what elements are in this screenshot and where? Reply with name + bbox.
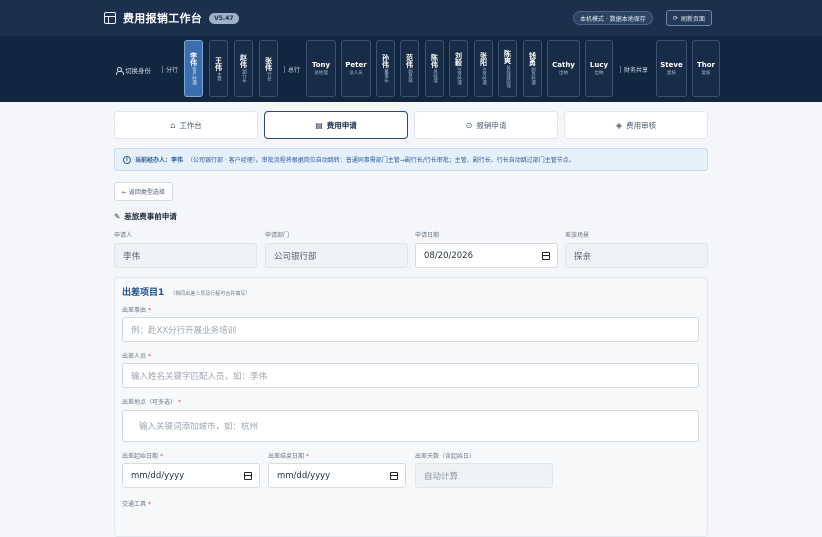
applicant-field: 李伟 [114, 243, 257, 268]
identity-card[interactable]: Cathy 出纳 [547, 40, 580, 97]
applicant-label: 申请人 [114, 232, 133, 239]
trip-end-date-input[interactable]: mm/dd/yyyy [268, 463, 406, 488]
app-title: 费用报销工作台 [123, 12, 203, 25]
identity-card[interactable]: 张阳 业务经理 [474, 40, 493, 97]
trip-people-input[interactable]: 输入姓名关键字匹配人员，如：李伟 [122, 363, 699, 388]
identity-card[interactable]: 陈爽 总经理助理 [498, 40, 517, 97]
scene-label: 差旅场景 [565, 232, 590, 239]
group-label-branch: 分行 [162, 65, 178, 74]
main-tabs: ⌂ 工作台 ▤ 费用申请 ⊙ 报销申请 ◈ 费用审核 [114, 111, 708, 139]
user-icon [115, 66, 124, 75]
home-icon: ⌂ [170, 120, 176, 130]
identity-card[interactable]: 刘毅 业务经理 [449, 40, 468, 97]
trip-start-label: 出差起始日期 * [122, 453, 163, 460]
identity-card[interactable]: Lucy 出纳 [585, 40, 613, 97]
refresh-button[interactable]: ⟳ 刷新页面 [666, 10, 713, 26]
notice-handler: 当前经办人：李伟 [135, 157, 184, 164]
version-badge: V5.47 [209, 12, 239, 24]
trip-place-input[interactable]: 输入关键词添加城市，如：杭州 [122, 410, 699, 442]
identity-card[interactable]: 李伟 客户经理 [184, 40, 203, 97]
check-circle-icon: ⊙ [465, 120, 473, 130]
form-title: ✎ 差旅费事前申请 [114, 212, 177, 221]
scene-field: 探亲 [565, 243, 708, 268]
identity-card[interactable]: Steve 复核 [656, 40, 687, 97]
identity-card[interactable]: 王伟 主管 [209, 40, 228, 97]
switch-identity-label: 切换身份 [115, 65, 151, 75]
handler-notice: i 当前经办人：李伟 （公司银行部 · 客户经理）。审批流程将根据岗位自动跳转：… [114, 148, 708, 171]
transport-label: 交通工具 * [122, 501, 151, 508]
application-date-input[interactable]: 08/20/2026 [415, 243, 558, 268]
identity-card[interactable]: 钱勇 副总经理 [523, 40, 542, 97]
tab-workbench[interactable]: ⌂ 工作台 [114, 111, 258, 139]
date-label: 申请日期 [415, 232, 440, 239]
identity-card[interactable]: 孙伟 董事长 [376, 40, 395, 97]
tab-expense-request[interactable]: ▤ 费用申请 [264, 111, 408, 139]
trip-item-title: 出差项目1 （相同出差人员及行程可合并填写） [122, 288, 251, 298]
trip-start-date-input[interactable]: mm/dd/yyyy [122, 463, 260, 488]
tab-reimbursement[interactable]: ⊙ 报销申请 [414, 111, 558, 139]
back-to-type-button[interactable]: ← 返回类型选择 [114, 182, 173, 201]
trip-end-label: 出差结束日期 * [268, 453, 309, 460]
identity-card[interactable]: Tony 总经理 [306, 40, 336, 97]
notice-detail: （公司银行部 · 客户经理）。审批流程将根据岗位自动跳转：普通同事需部门主管→副… [187, 157, 575, 164]
calendar-icon[interactable] [244, 472, 252, 480]
identity-card[interactable]: Peter 派人员 [341, 40, 371, 97]
trip-reason-label: 出差事由 * [122, 307, 151, 314]
trip-place-label: 出差地点（可多选） * [122, 399, 181, 406]
identity-card[interactable]: Thor 复核 [692, 40, 720, 97]
local-mode-badge: 本机模式 · 数据本地保存 [573, 11, 653, 25]
info-icon: i [123, 155, 131, 164]
document-icon: ▤ [315, 120, 323, 130]
calendar-icon[interactable] [542, 252, 550, 260]
identity-card[interactable]: 赵伟 副行长 [234, 40, 253, 97]
refresh-icon: ⟳ [673, 14, 679, 22]
trip-item-card [114, 277, 708, 537]
trip-people-label: 出差人员 * [122, 353, 151, 360]
identity-card[interactable]: 陈伟 总经理 [425, 40, 444, 97]
dept-label: 申请部门 [265, 232, 290, 239]
calendar-icon[interactable] [390, 472, 398, 480]
identity-card[interactable]: 张伟 行长 [259, 40, 278, 97]
dept-field: 公司银行部 [265, 243, 408, 268]
identity-card[interactable]: 范伟 副总裁 [400, 40, 419, 97]
trip-days-field: 自动计算 [415, 463, 553, 488]
group-label-head-office: 总行 [284, 65, 300, 74]
layers-icon: ◈ [615, 120, 623, 130]
app-logo-icon [104, 12, 116, 24]
edit-icon: ✎ [114, 212, 121, 221]
trip-reason-input[interactable]: 例：赴XX分行开展业务培训 [122, 317, 699, 342]
group-label-shared: 财务共享 [620, 65, 648, 74]
tab-expense-review[interactable]: ◈ 费用审核 [564, 111, 708, 139]
trip-days-label: 出差天数（含起始日） [415, 453, 476, 460]
refresh-label: 刷新页面 [681, 15, 706, 23]
